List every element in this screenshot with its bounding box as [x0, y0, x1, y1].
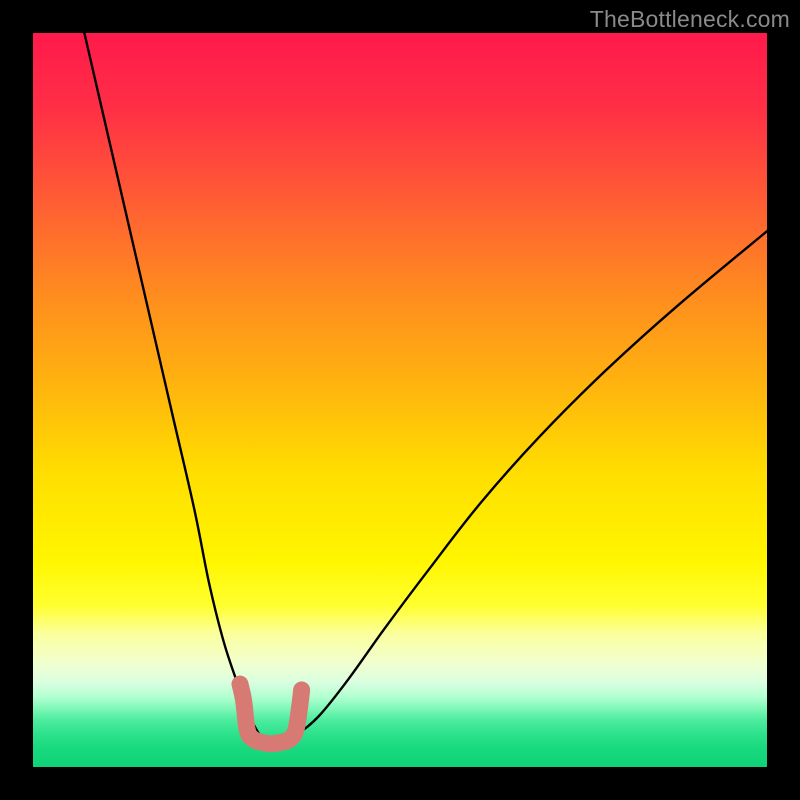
watermark: TheBottleneck.com: [590, 6, 790, 33]
curve-layer: [33, 33, 767, 767]
bottleneck-curve: [84, 33, 767, 742]
outer-frame: TheBottleneck.com: [0, 0, 800, 800]
plot-area: [33, 33, 767, 767]
overlay-dot: [232, 676, 248, 692]
overlay-band: [240, 684, 302, 744]
